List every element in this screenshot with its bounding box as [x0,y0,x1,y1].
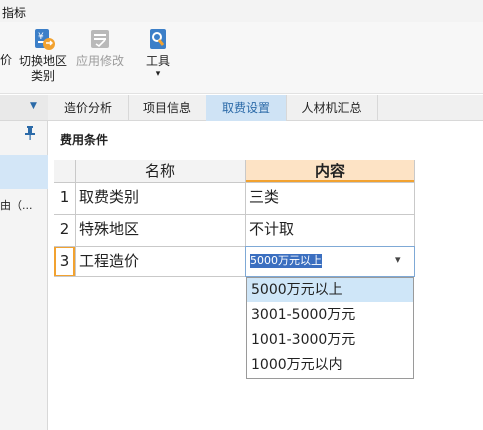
switch-region-icon: ¥ [35,29,55,50]
row-content[interactable]: 不计取 [249,214,294,244]
dropdown-option[interactable]: 1001-3000万元 [247,328,413,352]
apply-changes-label: 应用修改 [75,54,124,68]
row-name: 取费类别 [79,188,140,206]
switch-region-label-line2: 类别 [30,69,55,83]
section-title: 费用条件 [60,133,109,147]
tools-button[interactable]: 工具 ▾ [142,26,174,79]
tab-labor-material-summary[interactable]: 人材机汇总 [286,95,378,121]
svg-text:¥: ¥ [38,32,44,42]
table-row[interactable]: 1 取费类别 三类 [54,182,415,214]
partial-toolbar-button[interactable]: 价 [0,53,14,68]
row-index: 2 [59,220,70,238]
grid-line [54,276,245,277]
chevron-down-icon: ▾ [155,69,161,79]
row-index-header [54,160,75,182]
row-index: 3 [54,246,75,277]
partial-toolbar-label: 价 [0,53,12,67]
row-index: 1 [59,188,70,206]
apply-changes-button[interactable]: 应用修改 [74,26,126,69]
tools-label: 工具 [145,54,170,68]
table-row[interactable]: 2 特殊地区 不计取 [54,214,415,246]
tab-bar: 造价分析 项目信息 取费设置 人材机汇总 [48,95,483,121]
row-name: 特殊地区 [79,220,140,238]
row-content[interactable]: 三类 [249,182,279,212]
collapse-arrow-icon[interactable]: ▼ [30,101,37,111]
row-name: 工程造价 [79,252,140,270]
left-navigation-panel [0,95,48,430]
window-title: 指标 [0,0,483,22]
dropdown-option[interactable]: 3001-5000万元 [247,303,413,327]
toolbar: 价 ¥ 切换地区 类别 应用修改 工具 ▾ [0,22,483,94]
dropdown-option[interactable]: 1000万元以内 [247,353,413,377]
left-panel-header: ▼ [0,95,48,121]
grid-line [54,214,415,215]
apply-changes-icon [91,30,109,48]
grid-line [75,160,76,277]
switch-region-category-button[interactable]: ¥ 切换地区 类别 [16,26,70,84]
select-border [245,246,415,277]
switch-region-label-line1: 切换地区 [18,54,67,68]
cost-level-dropdown-list: 5000万元以上 3001-5000万元 1001-3000万元 1000万元以… [246,277,414,379]
dropdown-option[interactable]: 5000万元以上 [247,278,413,302]
left-panel-truncated-item[interactable]: 由（... [0,197,48,213]
tab-fee-settings[interactable]: 取费设置 [206,95,287,121]
left-panel-selected-item[interactable] [0,155,48,189]
tab-cost-analysis[interactable]: 造价分析 [48,95,129,121]
column-header-content: 内容 [245,160,415,182]
tools-icon [150,29,166,49]
fee-conditions-table: 名称 内容 1 取费类别 三类 2 特殊地区 不计取 3 工程造价 5000万元… [54,160,415,277]
tab-project-info[interactable]: 项目信息 [128,95,207,121]
pin-icon[interactable] [24,126,36,140]
column-header-name: 名称 [75,160,245,182]
grid-line [54,182,415,183]
